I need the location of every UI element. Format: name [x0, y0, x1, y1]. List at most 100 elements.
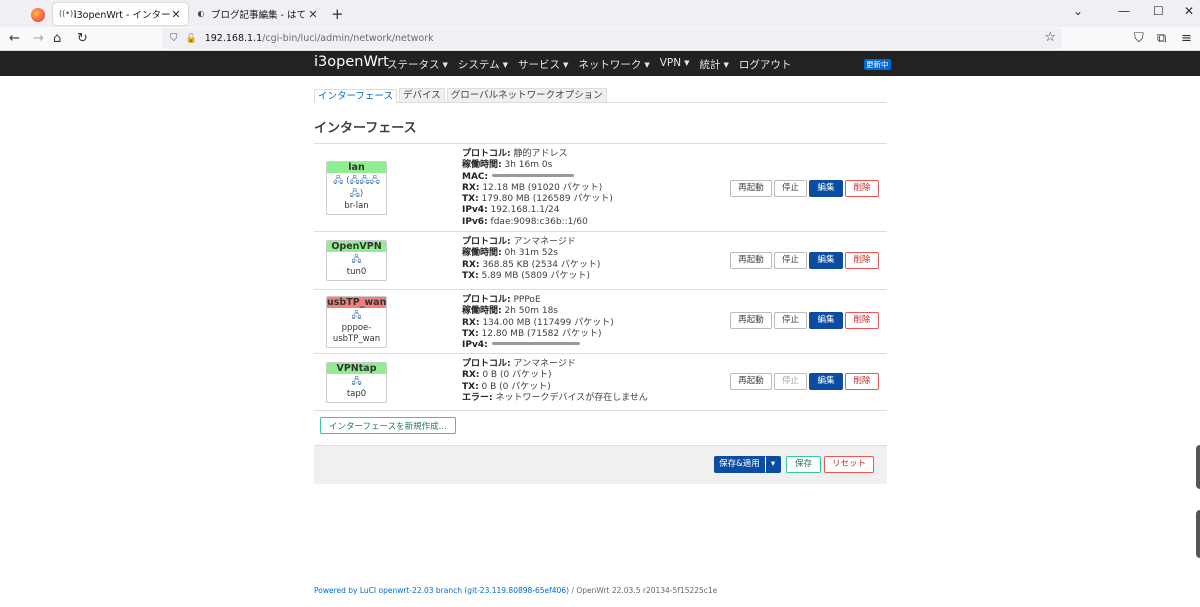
interface-badge-cell: lan 🖧 (🖧🖧🖧🖧) br-lan: [314, 144, 462, 231]
url-text[interactable]: 192.168.1.1/cgi-bin/luci/admin/network/n…: [205, 33, 434, 44]
row-actions: 再起動 停止 編集 削除: [730, 180, 879, 197]
detail-value: 134.00 MB (117499 パケット): [479, 317, 614, 328]
caret-down-icon: ▼: [502, 61, 508, 69]
pocket-icon[interactable]: ⛉: [1134, 30, 1144, 48]
stop-button[interactable]: 停止: [774, 180, 807, 197]
edit-button[interactable]: 編集: [809, 373, 843, 390]
menu-logout[interactable]: ログアウト: [739, 57, 792, 72]
menu-vpn[interactable]: VPN ▼: [660, 57, 690, 72]
menu-network[interactable]: ネットワーク ▼: [578, 57, 649, 72]
new-tab-button[interactable]: +: [331, 5, 344, 23]
interface-badge-cell: OpenVPN 🖧 tun0: [314, 232, 462, 289]
tab-global-options[interactable]: グローバルネットワークオプション: [446, 88, 607, 102]
tab-devices[interactable]: デバイス: [398, 88, 445, 102]
detail-value: PPPoE: [510, 295, 541, 305]
stop-button[interactable]: 停止: [774, 252, 807, 269]
side-handle: [1196, 510, 1200, 558]
detail-value: 192.168.1.1/24: [487, 205, 560, 216]
close-icon[interactable]: ✕: [307, 8, 319, 21]
main-content: インターフェース デバイス グローバルネットワークオプション インターフェース …: [314, 88, 887, 484]
home-icon[interactable]: ⌂: [53, 30, 61, 48]
detail-key: TX:: [462, 194, 479, 205]
browser-tab-luci[interactable]: ((•)) i3openWrt - インターフェース - LuCI ✕: [53, 3, 188, 25]
delete-button[interactable]: 削除: [845, 312, 879, 329]
detail-key: TX:: [462, 328, 479, 339]
detail-key: MAC:: [462, 171, 489, 182]
tab-interfaces[interactable]: インターフェース: [314, 89, 397, 103]
luci-header: i3openWrt ステータス ▼ システム ▼ サービス ▼ ネットワーク ▼ VPN…: [0, 51, 1200, 76]
maximize-icon[interactable]: ☐: [1153, 4, 1164, 18]
detail-line: プロトコル: アンマネージド: [462, 237, 887, 248]
list-all-tabs-icon[interactable]: ⌄: [1073, 4, 1083, 18]
caret-down-icon: ▼: [684, 59, 690, 67]
detail-key: RX:: [462, 370, 480, 381]
edit-button[interactable]: 編集: [809, 180, 843, 197]
menu-label: VPN: [659, 57, 682, 69]
browser-tab-hatena[interactable]: ◐ ブログ記事編集 - はてなブログ ✕: [190, 3, 325, 25]
back-icon[interactable]: ←: [9, 30, 20, 48]
menu-status[interactable]: ステータス ▼: [387, 57, 448, 72]
menu-system[interactable]: システム ▼: [458, 57, 508, 72]
updating-badge[interactable]: 更新中: [864, 59, 891, 70]
detail-line: IPv6: fdae:9098:c36b::1/60: [462, 217, 887, 228]
edit-button[interactable]: 編集: [809, 252, 843, 269]
caret-down-icon: ▼: [644, 61, 650, 69]
detail-line: 稼働時間: 3h 16m 0s: [462, 160, 887, 171]
reset-button[interactable]: リセット: [824, 456, 874, 473]
detail-line: TX: 12.80 MB (71582 パケット): [462, 329, 887, 340]
delete-button[interactable]: 削除: [845, 180, 879, 197]
interface-row: OpenVPN 🖧 tun0 プロトコル: アンマネージド 稼働時間: 0h 31m 5…: [314, 232, 887, 290]
extensions-icon[interactable]: ⧉: [1157, 30, 1166, 48]
interface-device: br-lan: [344, 200, 369, 211]
page-info-icon[interactable]: 🔓: [186, 34, 197, 44]
interface-badge: OpenVPN 🖧 tun0: [326, 240, 387, 281]
footer-luci-link[interactable]: Powered by LuCI openwrt-22.03 branch (gi…: [314, 586, 569, 595]
main-menu: ステータス ▼ システム ▼ サービス ▼ ネットワーク ▼ VPN ▼ 統計 ▼ ログアウ…: [387, 57, 801, 72]
detail-value: 2h 50m 18s: [501, 306, 558, 317]
tracking-protection-icon[interactable]: ⛉: [170, 33, 178, 44]
save-button[interactable]: 保存: [786, 456, 821, 473]
menu-label: システム: [457, 59, 500, 71]
restart-button[interactable]: 再起動: [730, 312, 772, 329]
stop-button[interactable]: 停止: [774, 312, 807, 329]
browser-navbar: ← → ⌂ ↻ ⛉ 🔓 192.168.1.1/cgi-bin/luci/adm…: [0, 27, 1200, 51]
menu-statistics[interactable]: 統計 ▼: [700, 57, 729, 72]
reload-icon[interactable]: ↻: [77, 30, 88, 48]
address-bar[interactable]: ⛉ 🔓 192.168.1.1/cgi-bin/luci/admin/netwo…: [162, 28, 1062, 49]
network-device-icon: 🖧 (🖧🖧🖧🖧): [333, 175, 380, 199]
edit-button[interactable]: 編集: [809, 312, 843, 329]
interface-device: pppoe-usbTP_wan: [332, 322, 381, 344]
brand-name[interactable]: i3openWrt: [314, 54, 389, 70]
detail-value: 368.85 KB (2534 パケット): [479, 259, 601, 270]
minimize-icon[interactable]: —: [1118, 4, 1130, 18]
detail-line: TX: 5.89 MB (5809 パケット): [462, 271, 887, 282]
firefox-logo-icon[interactable]: [31, 8, 45, 22]
menu-label: 統計: [699, 59, 721, 71]
save-apply-button[interactable]: 保存&適用: [714, 456, 765, 473]
restart-button[interactable]: 再起動: [730, 180, 772, 197]
delete-button[interactable]: 削除: [845, 252, 879, 269]
detail-key: プロトコル:: [462, 149, 511, 159]
delete-button[interactable]: 削除: [845, 373, 879, 390]
bookmark-star-icon[interactable]: ☆: [1044, 30, 1056, 45]
menu-services[interactable]: サービス ▼: [518, 57, 568, 72]
menu-label: サービス: [517, 59, 560, 71]
save-apply-dropdown-button[interactable]: ▾: [765, 456, 781, 473]
detail-key: IPv4:: [462, 340, 488, 351]
detail-value: fdae:9098:c36b::1/60: [487, 216, 588, 227]
row-actions: 再起動 停止 編集 削除: [730, 252, 879, 269]
close-icon[interactable]: ✕: [170, 8, 182, 21]
forward-icon[interactable]: →: [33, 30, 44, 48]
restart-button[interactable]: 再起動: [730, 373, 772, 390]
menu-label: ステータス: [387, 59, 440, 71]
stop-button[interactable]: 停止: [774, 373, 807, 390]
menu-icon[interactable]: ≡: [1181, 30, 1192, 48]
interface-device: tap0: [346, 388, 367, 399]
restart-button[interactable]: 再起動: [730, 252, 772, 269]
add-interface-button[interactable]: インターフェースを新規作成...: [320, 417, 456, 434]
network-device-icon: 🖧: [351, 376, 362, 387]
detail-line: IPv4: 192.168.1.1/24: [462, 205, 887, 216]
interface-name: VPNtap: [327, 362, 386, 374]
window-close-icon[interactable]: ✕: [1184, 4, 1194, 18]
hatena-icon: ◐: [197, 9, 205, 18]
